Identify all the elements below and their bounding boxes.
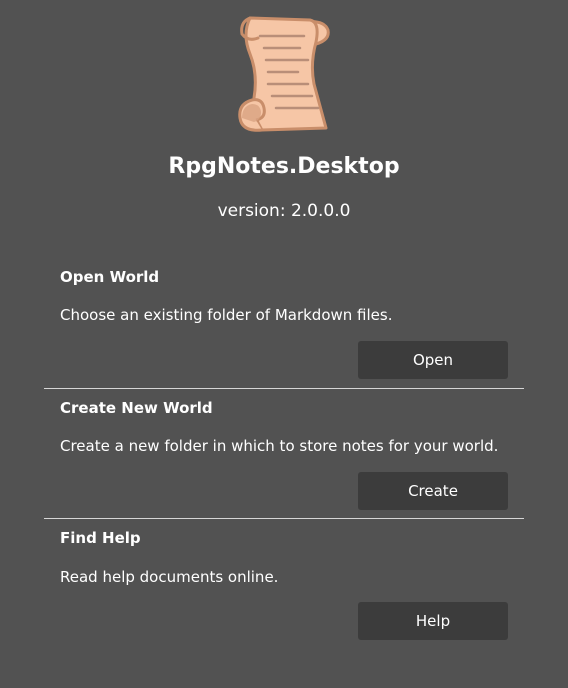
create-button[interactable]: Create: [358, 472, 508, 510]
app-title: RpgNotes.Desktop: [168, 154, 400, 179]
help-button[interactable]: Help: [358, 602, 508, 640]
scroll-icon: [238, 16, 330, 132]
find-help-title: Find Help: [60, 529, 141, 547]
version-label: version: 2.0.0.0: [217, 201, 351, 221]
create-world-title: Create New World: [60, 399, 213, 417]
section-divider: [44, 518, 524, 519]
find-help-description: Read help documents online.: [60, 568, 279, 586]
open-world-title: Open World: [60, 268, 160, 286]
create-world-description: Create a new folder in which to store no…: [60, 437, 499, 455]
open-button[interactable]: Open: [358, 341, 508, 379]
open-world-description: Choose an existing folder of Markdown fi…: [60, 306, 393, 324]
section-divider: [44, 388, 524, 389]
